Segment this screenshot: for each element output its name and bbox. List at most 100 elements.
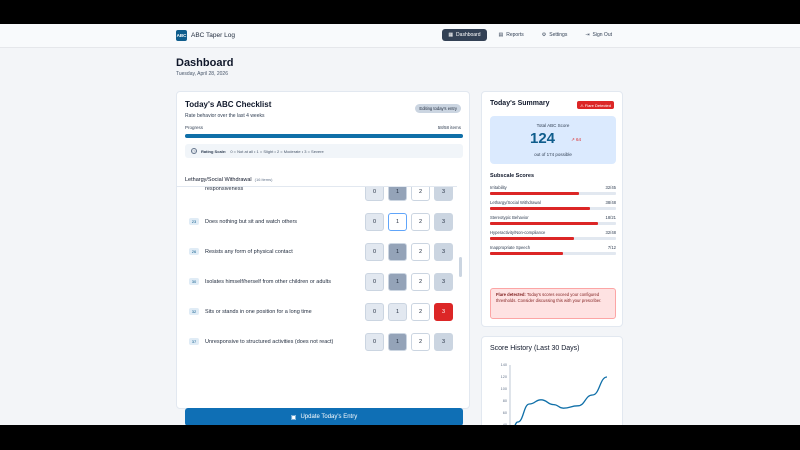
item-number: 32 <box>189 308 199 315</box>
rating-scale: ◷ Rating Scale: 0 = Not at all • 1 = Sli… <box>185 144 463 158</box>
checklist-item: 23 Does nothing but sit and watch others 0… <box>177 207 457 237</box>
subscale-row: Inappropriate Speech 7/12 <box>490 245 616 257</box>
total-score-delta: ↗ 64 <box>571 137 582 142</box>
page-title: Dashboard <box>176 57 234 69</box>
nav-sign-out[interactable]: ⇥ Sign Out <box>579 29 618 41</box>
rating-button-1[interactable]: 1 <box>388 187 407 201</box>
total-score-possible: out of 174 possible <box>534 152 572 157</box>
rating-button-1[interactable]: 1 <box>388 333 407 351</box>
y-tick-label: 120 <box>501 375 507 379</box>
subscale-row: Lethargy/Social Withdrawal 38/48 <box>490 200 616 212</box>
rating-button-0[interactable]: 0 <box>365 303 384 321</box>
history-title: Score History (Last 30 Days) <box>490 345 580 352</box>
subscale-row-bar <box>490 192 616 195</box>
subscale-header: Lethargy/Social Withdrawal (16 items) <box>177 173 457 187</box>
rating-button-1[interactable]: 1 <box>388 243 407 261</box>
nav-dashboard[interactable]: ▦ Dashboard <box>442 29 487 41</box>
y-tick-label: 140 <box>501 363 507 367</box>
subscale-row-fill <box>490 252 564 255</box>
gear-icon: ⚙ <box>541 32 547 38</box>
rating-button-0[interactable]: 0 <box>365 213 384 231</box>
subscale-row-value: 38/48 <box>605 200 616 205</box>
subscale-row-fill <box>490 207 590 210</box>
rating-button-2[interactable]: 2 <box>411 333 430 351</box>
nav-settings[interactable]: ⚙ Settings <box>536 29 574 41</box>
checklist-item: 26 Resists any form of physical contact 0 1… <box>177 237 457 267</box>
rating-button-2[interactable]: 2 <box>411 243 430 261</box>
progress-bar <box>185 134 463 138</box>
subscale-row-bar <box>490 207 616 210</box>
page-date: Tuesday, April 28, 2026 <box>176 71 228 77</box>
subscale-row-name: Irritability <box>490 185 507 190</box>
nav-label: Reports <box>506 32 524 38</box>
subscale-row-name: Inappropriate Speech <box>490 245 531 250</box>
summary-card: Today's Summary ⚠ Flare Detected Total A… <box>481 91 623 327</box>
nav-label: Dashboard <box>456 32 481 38</box>
subscale-row-value: 18/21 <box>605 215 616 220</box>
rating-button-3[interactable]: 3 <box>434 273 453 291</box>
rating-button-1[interactable]: 1 <box>388 303 407 321</box>
item-text: Sits or stands in one position for a lon… <box>205 309 312 315</box>
history-card: Score History (Last 30 Days) 140 120 100 80… <box>481 336 623 425</box>
total-score-label: Total ABC Score <box>536 123 570 128</box>
brand-logo: ABC <box>176 30 187 41</box>
rating-button-2[interactable]: 2 <box>411 303 430 321</box>
rating-button-3[interactable]: 3 <box>434 333 453 351</box>
rating-button-1[interactable]: 1 <box>388 213 407 231</box>
series-line <box>514 376 608 425</box>
subscale-row-fill <box>490 237 575 240</box>
checklist-item: 37 Unresponsive to structured activities … <box>177 327 457 357</box>
progress-label: Progress <box>185 125 204 130</box>
subscale-row-bar <box>490 237 616 240</box>
checklist-subtitle: Rate behavior over the last 4 weeks <box>185 113 265 119</box>
rating-button-2[interactable]: 2 <box>411 187 430 201</box>
rating-button-2[interactable]: 2 <box>411 213 430 231</box>
item-number: 37 <box>189 338 199 345</box>
item-number: 23 <box>189 218 199 225</box>
item-text: Fixed facial expression; lacks emotional… <box>205 187 244 192</box>
summary-title: Today's Summary <box>490 100 550 107</box>
update-entry-button[interactable]: ▣ Update Today's Entry <box>185 408 463 425</box>
subscale-row-value: 7/12 <box>607 245 616 250</box>
y-tick-label: 80 <box>503 399 507 403</box>
rating-scale-label: Rating Scale: <box>201 148 227 154</box>
nav-label: Settings <box>549 32 568 38</box>
rating-button-3[interactable]: 3 <box>434 243 453 261</box>
total-score-box: Total ABC Score 124 ↗ 64 out of 174 poss… <box>490 116 616 164</box>
nav-reports[interactable]: ▤ Reports <box>493 29 530 41</box>
progress-fill <box>185 134 463 138</box>
rating-button-0[interactable]: 0 <box>365 273 384 291</box>
subscale-row-bar <box>490 222 616 225</box>
brand-name: ABC Taper Log <box>191 32 235 39</box>
flare-badge-label: Flare Detected <box>584 102 611 108</box>
checklist-item: 32 Sits or stands in one position for a l… <box>177 297 457 327</box>
top-nav: ABC ABC Taper Log ▦ Dashboard ▤ Reports … <box>0 24 800 48</box>
flare-alert: Flare detected: Today's scores exceed yo… <box>490 288 616 319</box>
subscale-count: (16 items) <box>254 177 273 182</box>
subscale-row-bar <box>490 252 616 255</box>
progress-count: 58/58 items <box>437 125 461 130</box>
checklist-items[interactable]: 26 Fixed facial expression; lacks emotion… <box>177 187 457 387</box>
editing-badge: Editing today's entry <box>415 104 461 113</box>
clock-icon: ◷ <box>191 148 197 154</box>
subscale-row-fill <box>490 222 599 225</box>
rating-button-3[interactable]: 3 <box>434 187 453 201</box>
checklist-title: Today's ABC Checklist <box>185 100 272 109</box>
rating-button-3[interactable]: 3 <box>434 303 453 321</box>
subscale-row-name: Lethargy/Social Withdrawal <box>490 200 541 205</box>
rating-button-2[interactable]: 2 <box>411 273 430 291</box>
brand[interactable]: ABC ABC Taper Log <box>176 30 235 41</box>
item-text: Resists any form of physical contact <box>205 249 293 255</box>
save-icon: ▣ <box>290 414 297 421</box>
sign-out-icon: ⇥ <box>585 32 590 38</box>
rating-button-0[interactable]: 0 <box>365 333 384 351</box>
item-text: Isolates himself/herself from other chil… <box>205 279 331 285</box>
rating-button-1[interactable]: 1 <box>388 273 407 291</box>
app-window: ABC ABC Taper Log ▦ Dashboard ▤ Reports … <box>0 24 800 425</box>
rating-button-0[interactable]: 0 <box>365 187 384 201</box>
rating-button-0[interactable]: 0 <box>365 243 384 261</box>
y-tick-label: 40 <box>503 423 507 425</box>
flare-badge: ⚠ Flare Detected <box>577 101 614 109</box>
scrollbar[interactable] <box>459 257 462 277</box>
rating-button-3[interactable]: 3 <box>434 213 453 231</box>
